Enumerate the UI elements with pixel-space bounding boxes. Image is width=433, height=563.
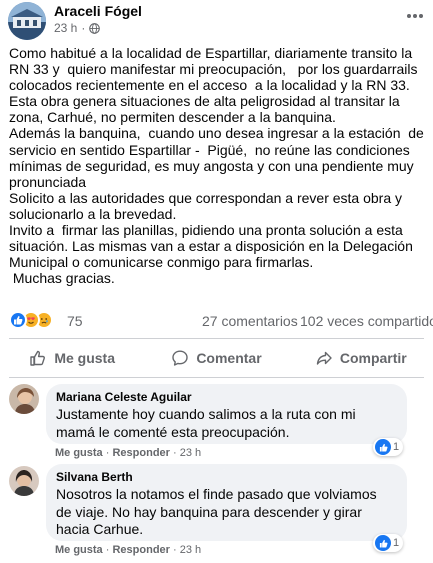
speech-bubble-icon [172,350,189,366]
comment-like-link[interactable]: Me gusta [55,544,103,556]
post-time[interactable]: 23 h [54,21,77,35]
share-arrow-icon [316,351,332,365]
comment-time[interactable]: 23 h [180,544,201,556]
post-paragraph: Además la banquina, cuando uno desea ing… [9,125,428,190]
post-header: Araceli Fógel 23 h · [0,0,433,42]
comment-reaction-badge[interactable]: 1 [373,438,404,456]
comment-actions: Me gusta · Responder · 23 h [55,447,202,459]
post-paragraph: Muchas gracias. [9,270,115,287]
author-avatar[interactable] [8,2,46,40]
reaction-icons[interactable] [9,311,53,329]
comment-actions: Me gusta · Responder · 23 h [55,544,202,556]
comment-bubble: Silvana Berth Nosotros la notamos el fin… [46,464,407,541]
comment-author[interactable]: Silvana Berth [56,470,395,484]
reaction-count[interactable]: 75 [67,313,83,329]
commenter-avatar[interactable] [9,384,39,414]
comment-time[interactable]: 23 h [180,447,201,459]
post-author-name[interactable]: Araceli Fógel [54,3,142,19]
divider [9,377,424,378]
comment-like-count: 1 [393,441,400,453]
more-horizontal-icon [407,14,423,18]
comment-text: Nosotros la notamos el finde pasado que … [56,486,381,537]
like-reaction-icon [375,535,391,551]
comment-like-link[interactable]: Me gusta [55,447,103,459]
comment-author[interactable]: Mariana Celeste Aguilar [56,390,395,404]
like-reaction-icon [9,311,27,329]
share-count[interactable]: 102 veces compartido [300,313,433,329]
post-actions: Me gusta Comentar Compartir [0,343,433,373]
globe-icon [89,22,101,34]
reactions-summary: 75 27 comentarios 102 veces compartido [0,308,433,332]
comment-reply-link[interactable]: Responder [112,447,169,459]
comment-button[interactable]: Comentar [144,343,288,373]
like-button[interactable]: Me gusta [0,343,144,373]
comment-text: Justamente hoy cuando salimos a la ruta … [56,406,360,440]
comment-bubble: Mariana Celeste Aguilar Justamente hoy c… [46,384,407,444]
like-reaction-icon [375,439,391,455]
post-meta: 23 h · [54,21,101,35]
post-paragraph: Invito a firmar las planillas, pidiendo … [9,222,417,271]
post-body: Como habitué a la localidad de Espartill… [9,45,427,286]
comment-button-label: Comentar [196,350,262,366]
more-options-button[interactable] [405,8,425,24]
share-button[interactable]: Compartir [289,343,433,373]
comment-like-count: 1 [393,537,400,549]
commenter-avatar[interactable] [9,466,39,496]
thumbs-up-outline-icon [30,350,46,366]
comment-reply-link[interactable]: Responder [112,544,169,556]
like-button-label: Me gusta [54,350,115,366]
post-paragraph: Como habitué a la localidad de Espartill… [9,45,422,94]
divider [9,338,424,339]
comment-reaction-badge[interactable]: 1 [373,534,404,552]
comment-count[interactable]: 27 comentarios [202,313,298,329]
post-paragraph: Solicito a las autoridades que correspon… [9,189,406,222]
post-paragraph: Esta obra genera situaciones de alta pel… [9,93,404,126]
share-button-label: Compartir [339,350,407,366]
